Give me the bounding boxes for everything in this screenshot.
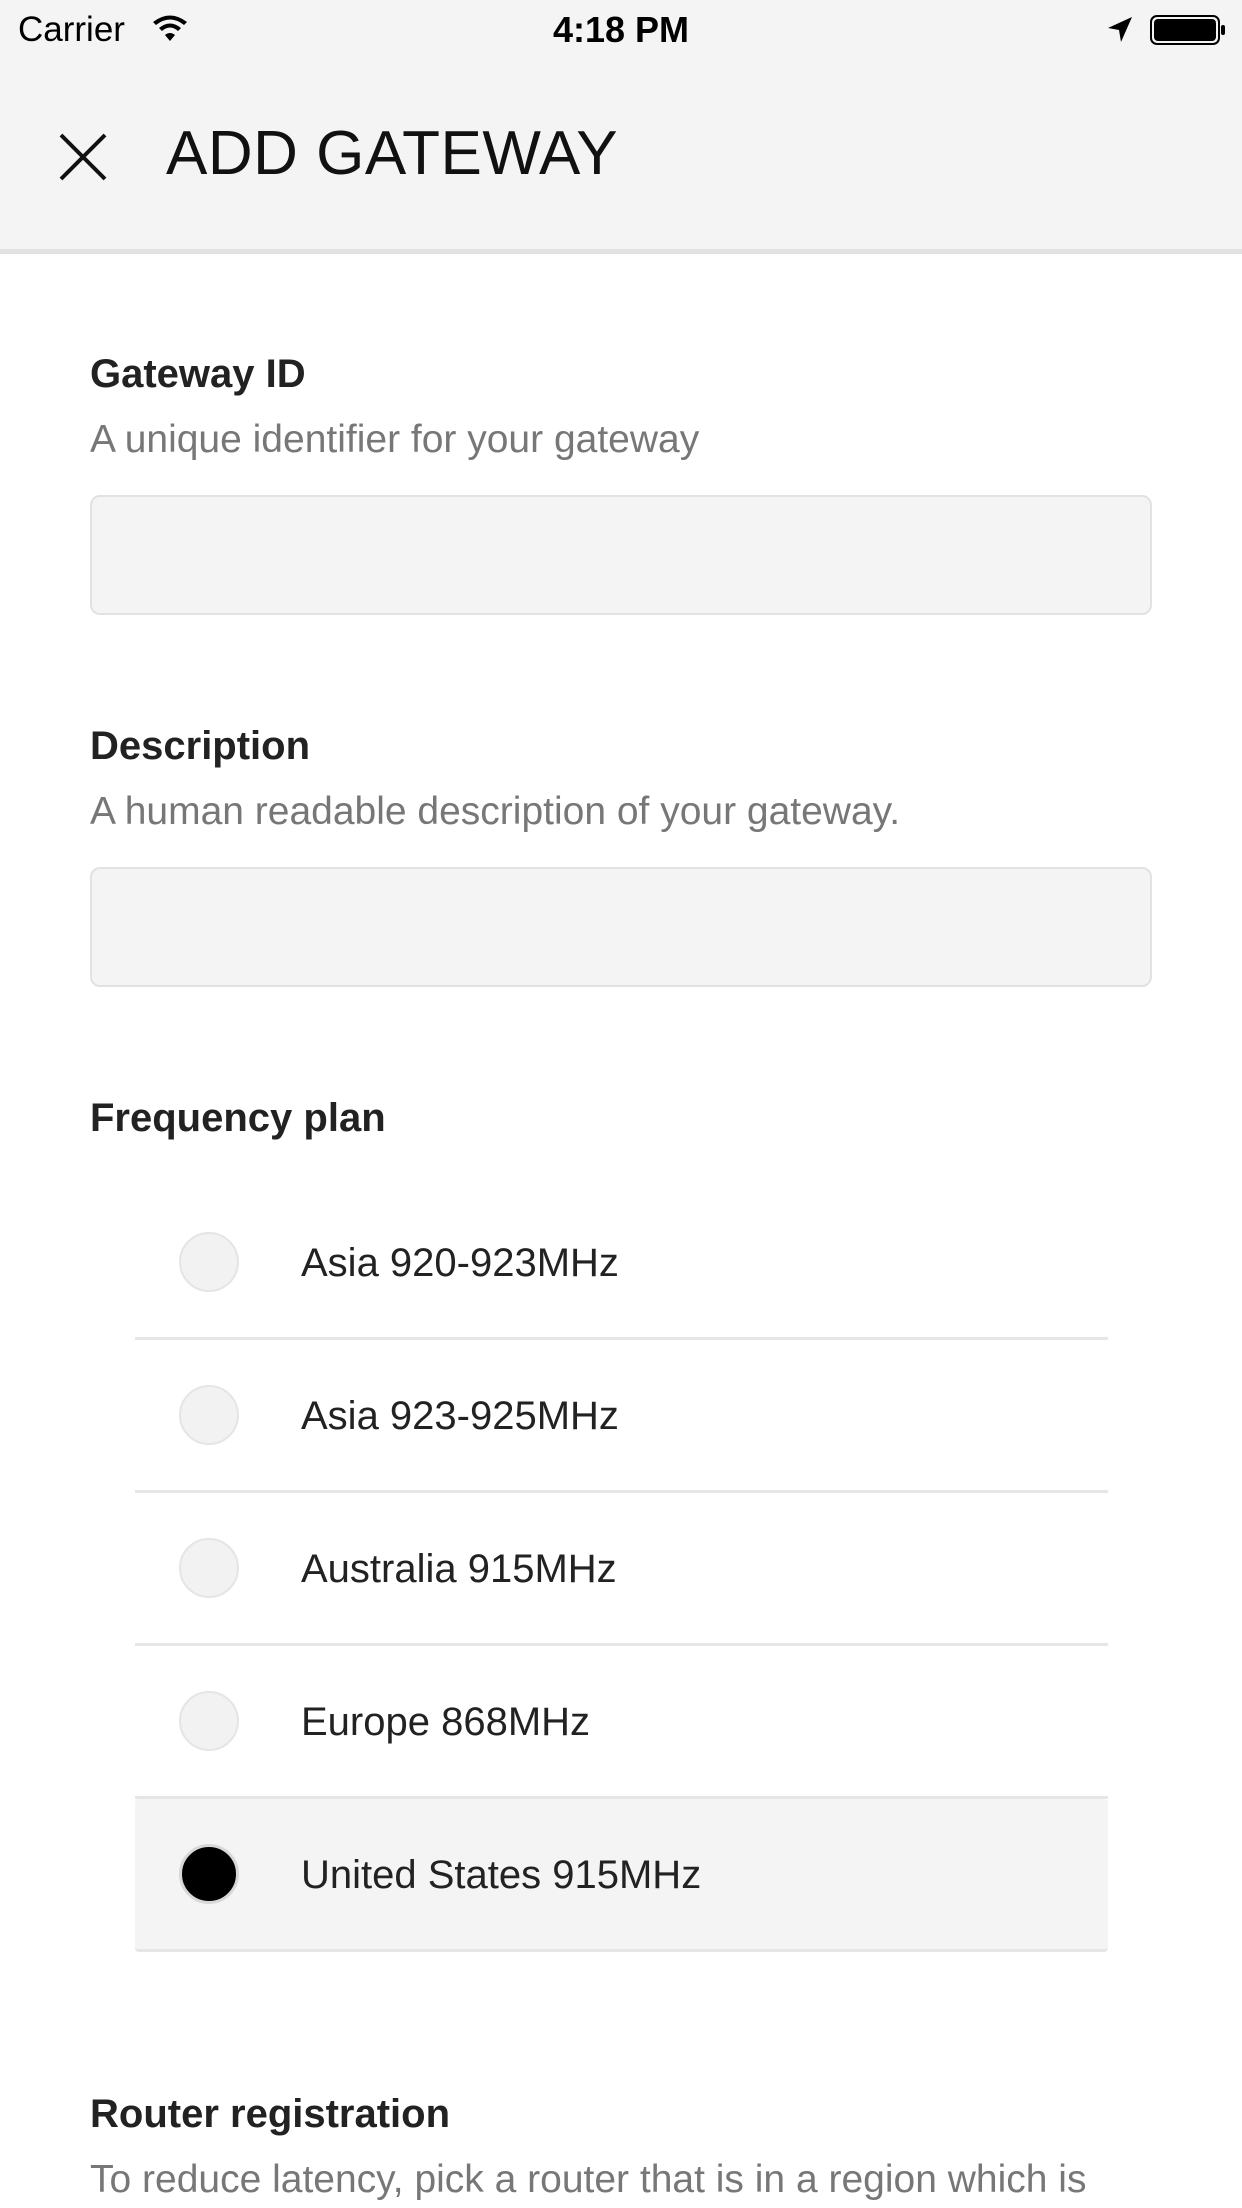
radio-button-checked[interactable] (179, 1844, 239, 1904)
page-title: ADD GATEWAY (166, 119, 619, 188)
radio-option-label: Asia 920-923MHz (301, 1241, 619, 1285)
router-registration-help: To reduce latency, pick a router that is… (90, 2158, 1087, 2201)
frequency-plan-radio-group: Asia 920-923MHz Asia 923-925MHz Australi… (135, 1187, 1108, 1952)
description-help: A human readable description of your gat… (90, 790, 901, 833)
description-input[interactable] (90, 867, 1152, 987)
frequency-plan-label: Frequency plan (90, 1096, 386, 1140)
radio-option-united-states-915[interactable]: United States 915MHz (135, 1799, 1108, 1952)
radio-button[interactable] (179, 1232, 239, 1292)
radio-option-asia-923-925[interactable]: Asia 923-925MHz (135, 1340, 1108, 1493)
radio-option-australia-915[interactable]: Australia 915MHz (135, 1493, 1108, 1646)
description-label: Description (90, 724, 311, 768)
app-header: ADD GATEWAY (0, 60, 1242, 254)
close-icon (59, 133, 107, 181)
radio-option-asia-920-923[interactable]: Asia 920-923MHz (135, 1187, 1108, 1340)
radio-button[interactable] (179, 1385, 239, 1445)
status-bar: Carrier 4:18 PM (0, 0, 1242, 60)
gateway-id-input[interactable] (90, 495, 1152, 615)
radio-option-europe-868[interactable]: Europe 868MHz (135, 1646, 1108, 1799)
gateway-id-label: Gateway ID (90, 352, 306, 396)
status-time: 4:18 PM (552, 9, 690, 50)
radio-option-label: United States 915MHz (301, 1853, 702, 1897)
radio-option-label: Australia 915MHz (301, 1547, 617, 1591)
close-button[interactable] (40, 120, 126, 206)
battery-icon (1150, 15, 1225, 45)
gateway-id-help: A unique identifier for your gateway (90, 418, 700, 461)
radio-option-label: Europe 868MHz (301, 1700, 591, 1744)
radio-button[interactable] (179, 1691, 239, 1751)
router-registration-label: Router registration (90, 2092, 451, 2136)
location-arrow-icon (1108, 17, 1132, 42)
radio-option-label: Asia 923-925MHz (301, 1394, 619, 1438)
radio-button[interactable] (179, 1538, 239, 1598)
